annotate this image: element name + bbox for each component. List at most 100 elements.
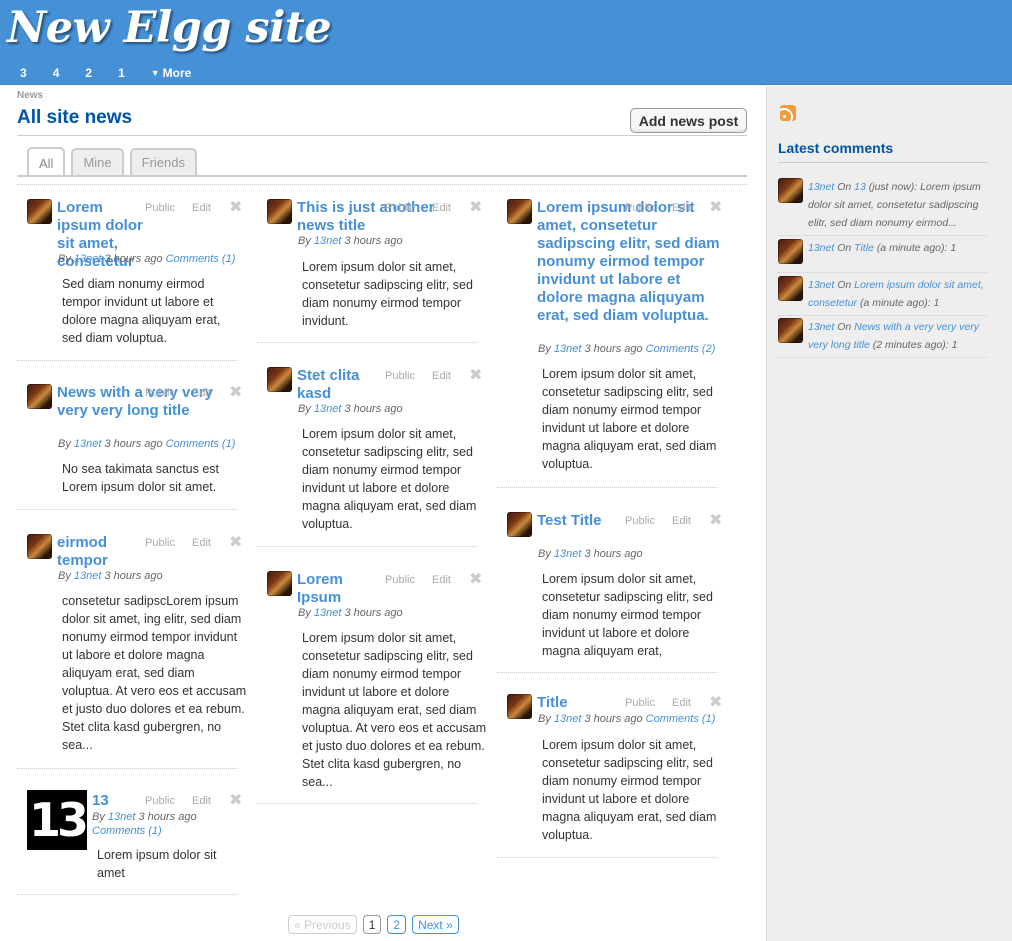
page-2-button[interactable]: 2 [387, 915, 407, 934]
comments-link[interactable]: Comments (1) [646, 713, 716, 725]
byline: By 13net 3 hours ago Comments (2) [538, 342, 728, 356]
avatar[interactable] [778, 276, 803, 301]
comment-target-link[interactable]: 13 [854, 181, 866, 193]
edit-link[interactable]: Edit [672, 697, 691, 709]
comment-body: (a minute ago): 1 [876, 242, 957, 254]
edit-link[interactable]: Edit [192, 202, 211, 214]
byline: By 13net 3 hours ago Comments (1) [92, 810, 212, 838]
delete-icon[interactable]: ✖ [229, 385, 242, 401]
byline-by: By [538, 548, 551, 560]
byline: By 13net 3 hours ago Comments (1) [58, 437, 238, 451]
page-1-button[interactable]: 1 [362, 915, 382, 934]
author-link[interactable]: 13net [554, 713, 582, 725]
delete-icon[interactable]: ✖ [469, 368, 482, 384]
avatar[interactable]: 13 [27, 790, 89, 850]
edit-link[interactable]: Edit [192, 537, 211, 549]
post-title[interactable]: Lorem ipsum dolor sit amet, consetetur s… [537, 199, 727, 325]
avatar[interactable] [507, 199, 532, 224]
avatar[interactable] [507, 694, 532, 719]
post-title[interactable]: Test Title [537, 512, 625, 530]
nav-item-4[interactable]: 4 [53, 66, 60, 80]
post-excerpt: Lorem ipsum dolor sit amet, consetetur s… [302, 631, 487, 789]
news-post: Lorem Ipsum Public Edit ✖ By 13net 3 hou… [257, 547, 486, 804]
edit-link[interactable]: Edit [672, 202, 691, 214]
nav-item-1[interactable]: 1 [118, 66, 125, 80]
comment-target-link[interactable]: Title [854, 242, 874, 254]
comment-author-link[interactable]: 13net [808, 181, 834, 193]
top-navigation: 3 4 2 1 ▼ More [20, 66, 217, 80]
nav-item-3[interactable]: 3 [20, 66, 27, 80]
avatar[interactable] [267, 199, 292, 224]
breadcrumb[interactable]: News [17, 90, 43, 101]
avatar[interactable] [778, 318, 803, 343]
news-post: eirmod tempor Public Edit ✖ By 13net 3 h… [17, 510, 246, 769]
comment-on: On [837, 321, 852, 333]
avatar[interactable] [267, 571, 292, 596]
access-label: Public [385, 370, 415, 382]
comment-text: 13net On Title (a minute ago): 1 [808, 239, 988, 257]
post-time: 3 hours ago [104, 438, 163, 450]
author-link[interactable]: 13net [108, 811, 136, 823]
next-page-button[interactable]: Next » [412, 915, 459, 934]
avatar[interactable] [778, 239, 803, 264]
author-link[interactable]: 13net [554, 343, 582, 355]
delete-icon[interactable]: ✖ [709, 513, 722, 529]
post-title[interactable]: Title [537, 694, 625, 712]
page-title: All site news [17, 107, 133, 128]
site-title[interactable]: New Elgg site [7, 2, 332, 54]
tab-mine[interactable]: Mine [71, 148, 124, 175]
comment-body: (a minute ago): 1 [859, 297, 940, 309]
avatar[interactable] [507, 512, 532, 537]
nav-more-menu[interactable]: ▼ More [151, 66, 192, 80]
edit-link[interactable]: Edit [192, 795, 211, 807]
edit-link[interactable]: Edit [192, 387, 211, 399]
post-excerpt: Lorem ipsum dolor sit amet [97, 848, 217, 880]
edit-link[interactable]: Edit [432, 574, 451, 586]
byline-by: By [58, 438, 71, 450]
author-link[interactable]: 13net [314, 607, 342, 619]
author-link[interactable]: 13net [314, 235, 342, 247]
comment-author-link[interactable]: 13net [808, 279, 834, 291]
comment-author-link[interactable]: 13net [808, 321, 834, 333]
delete-icon[interactable]: ✖ [229, 535, 242, 551]
post-title[interactable]: 13 [92, 792, 142, 810]
tab-all[interactable]: All [27, 147, 66, 177]
delete-icon[interactable]: ✖ [469, 572, 482, 588]
comments-link[interactable]: Comments (1) [92, 825, 162, 837]
edit-link[interactable]: Edit [432, 370, 451, 382]
post-title[interactable]: Stet clita kasd [297, 367, 385, 403]
post-title[interactable]: Lorem Ipsum [297, 571, 385, 607]
add-news-post-button[interactable]: Add news post [630, 108, 747, 133]
comment-author-link[interactable]: 13net [808, 242, 834, 254]
author-link[interactable]: 13net [74, 570, 102, 582]
author-link[interactable]: 13net [74, 253, 102, 265]
avatar[interactable] [778, 178, 803, 203]
avatar[interactable] [267, 367, 292, 392]
comments-link[interactable]: Comments (1) [166, 253, 236, 265]
edit-link[interactable]: Edit [672, 515, 691, 527]
post-time: 3 hours ago [104, 570, 163, 582]
comments-link[interactable]: Comments (1) [166, 438, 236, 450]
news-post: 13 13 Public Edit ✖ By 13net 3 hours ago… [17, 769, 242, 895]
post-title[interactable]: eirmod tempor [57, 534, 145, 570]
edit-link[interactable]: Edit [432, 202, 451, 214]
nav-item-2[interactable]: 2 [85, 66, 92, 80]
avatar[interactable] [27, 534, 52, 559]
comment-text: 13net On Lorem ipsum dolor sit amet, con… [808, 276, 988, 312]
author-link[interactable]: 13net [554, 548, 582, 560]
avatar[interactable] [27, 384, 52, 409]
rss-icon[interactable] [780, 105, 796, 121]
author-link[interactable]: 13net [74, 438, 102, 450]
delete-icon[interactable]: ✖ [229, 793, 242, 809]
author-link[interactable]: 13net [314, 403, 342, 415]
delete-icon[interactable]: ✖ [469, 200, 482, 216]
comments-link[interactable]: Comments (2) [646, 343, 716, 355]
delete-icon[interactable]: ✖ [709, 695, 722, 711]
delete-icon[interactable]: ✖ [229, 200, 242, 216]
avatar[interactable] [27, 199, 52, 224]
sidebar: Latest comments 13net On 13 (just now): … [766, 86, 1012, 941]
tab-friends[interactable]: Friends [129, 148, 197, 175]
delete-icon[interactable]: ✖ [709, 200, 722, 216]
byline-by: By [298, 403, 311, 415]
post-time: 3 hours ago [104, 253, 163, 265]
